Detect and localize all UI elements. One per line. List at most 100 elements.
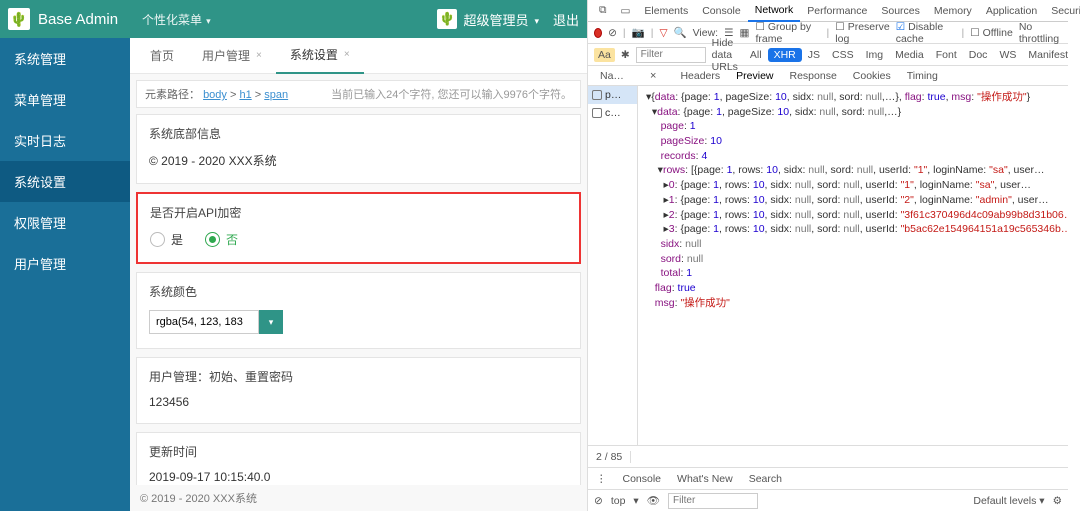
close-icon[interactable]: × <box>256 50 262 61</box>
drawer-menu-icon[interactable]: ⋮ <box>588 473 615 485</box>
path-part[interactable]: span <box>264 89 288 101</box>
path-part[interactable]: h1 <box>239 89 251 101</box>
request-subtab[interactable]: Cookies <box>845 70 899 82</box>
device-icon[interactable]: ▭ <box>614 0 638 22</box>
section-label: 系统颜色 <box>149 283 568 300</box>
radio-icon <box>205 232 220 247</box>
color-picker-button[interactable]: ▾ <box>259 310 283 334</box>
highlight-box <box>1068 0 1080 511</box>
filter-type-pill[interactable]: Doc <box>963 48 994 62</box>
app-window: 🌵 Base Admin 个性化菜单 🌵 超级管理员 退出 系统管理菜单管理实时… <box>0 0 588 511</box>
request-subtab[interactable]: Headers <box>672 70 728 82</box>
tab[interactable]: 用户管理× <box>188 38 276 74</box>
inspect-icon[interactable]: ⧉ <box>592 0 614 22</box>
char-count-hint: 当前已输入24个字符, 您还可以输入9976个字符。 <box>331 86 572 102</box>
throttling-dropdown[interactable]: No throttling <box>1019 21 1062 45</box>
radio-no[interactable]: 否 <box>205 231 238 248</box>
path-label: 元素路径： <box>145 89 200 101</box>
filter-input[interactable] <box>636 47 706 63</box>
clear-console-icon[interactable]: ⊘ <box>594 495 603 507</box>
eye-icon[interactable]: 👁 <box>647 494 660 507</box>
avatar-icon: 🌵 <box>437 9 457 29</box>
filter-type-pill[interactable]: JS <box>802 48 826 62</box>
filter-type-pill[interactable]: CSS <box>826 48 860 62</box>
custom-menu-dropdown[interactable]: 个性化菜单 <box>142 11 211 28</box>
filter-type-pill[interactable]: WS <box>993 48 1022 62</box>
app-title: Base Admin <box>38 11 118 28</box>
radio-yes[interactable]: 是 <box>150 231 183 248</box>
record-icon[interactable] <box>594 28 602 38</box>
devtools-tab[interactable]: Console <box>695 0 748 22</box>
regex-icon[interactable]: ✱ <box>621 49 630 61</box>
filter-type-pill[interactable]: Manifest <box>1022 48 1074 62</box>
user-dropdown[interactable]: 🌵 超级管理员 <box>437 9 539 29</box>
case-sensitive-icon[interactable]: Aa <box>594 48 615 62</box>
request-subtab[interactable]: Preview <box>728 70 781 82</box>
radio-icon <box>150 232 165 247</box>
filter-type-pill[interactable]: Media <box>889 48 930 62</box>
tab-strip: 首页用户管理×系统设置× <box>130 38 587 74</box>
top-navbar: 🌵 Base Admin 个性化菜单 🌵 超级管理员 退出 <box>0 0 587 38</box>
network-filter-bar: Aa ✱ Hide data URLs AllXHRJSCSSImgMediaF… <box>588 44 1068 66</box>
devtools-tab[interactable]: Elements <box>637 0 695 22</box>
path-part[interactable]: body <box>203 89 227 101</box>
chevron-down-icon <box>534 12 539 27</box>
log-levels-dropdown[interactable]: Default levels ▾ <box>973 495 1044 507</box>
drawer-tab[interactable]: Search <box>741 473 790 485</box>
tab[interactable]: 系统设置× <box>276 38 364 74</box>
color-input[interactable] <box>149 310 259 334</box>
tab[interactable]: 首页 <box>136 38 188 74</box>
drawer-tab[interactable]: What's New <box>669 473 741 485</box>
sidebar-item[interactable]: 系统管理 <box>0 38 130 79</box>
section-value: 2019-09-17 10:15:40.0 <box>149 470 568 484</box>
devtools-tab[interactable]: Performance <box>800 0 874 22</box>
devtools-tab[interactable]: Application <box>979 0 1044 22</box>
sidebar-item[interactable]: 系统设置 <box>0 161 130 202</box>
resource-icon <box>592 90 602 100</box>
view-frame-icon[interactable]: ▦ <box>740 27 750 39</box>
resource-icon <box>592 108 602 118</box>
console-toolbar: ⊘ top ▾ 👁 Default levels ▾ ⚙ <box>588 489 1068 511</box>
search-icon[interactable]: 🔍 <box>674 26 687 39</box>
filter-type-pill[interactable]: All <box>744 48 768 62</box>
devtools-tab[interactable]: Memory <box>927 0 979 22</box>
devtools-tab[interactable]: Network <box>748 0 801 22</box>
console-scope[interactable]: top <box>611 495 626 507</box>
section-value: 123456 <box>149 395 568 409</box>
request-row[interactable]: p… <box>588 86 637 104</box>
sidebar-item[interactable]: 用户管理 <box>0 243 130 284</box>
close-icon[interactable]: × <box>344 49 350 60</box>
gear-icon[interactable]: ⚙ <box>1053 495 1062 507</box>
sidebar-item[interactable]: 实时日志 <box>0 120 130 161</box>
response-preview[interactable]: ▾{data: {page: 1, pageSize: 10, sidx: nu… <box>638 86 1068 445</box>
section-color: 系统颜色 ▾ <box>136 272 581 349</box>
request-subtab[interactable]: Timing <box>899 70 946 82</box>
section-label: 用户管理：初始、重置密码 <box>149 368 568 385</box>
offline-checkbox[interactable]: Offline <box>970 27 1013 39</box>
console-filter-input[interactable] <box>668 493 758 509</box>
radio-label: 是 <box>171 231 183 248</box>
drawer-tab[interactable]: Console <box>615 473 670 485</box>
clear-icon[interactable]: ⊘ <box>608 27 617 39</box>
section-password: 用户管理：初始、重置密码 123456 <box>136 357 581 424</box>
request-subtab[interactable]: Response <box>782 70 845 82</box>
request-row[interactable]: c… <box>588 104 637 122</box>
preserve-log-checkbox[interactable]: Preserve log <box>835 21 889 45</box>
section-value: © 2019 - 2020 XXX系统 <box>149 152 568 169</box>
network-toolbar: ⊘ | 📷 | ▽ 🔍 View: ☰ ▦ Group by frame | P… <box>588 22 1068 44</box>
filter-type-pill[interactable]: XHR <box>768 48 802 62</box>
disable-cache-checkbox[interactable]: Disable cache <box>896 21 956 45</box>
filter-type-pill[interactable]: Img <box>860 48 890 62</box>
logo-icon: 🌵 <box>8 8 30 30</box>
section-api-encrypt: 是否开启API加密 是 否 <box>136 192 581 264</box>
close-icon[interactable]: × <box>642 70 664 82</box>
group-by-frame-checkbox[interactable]: Group by frame <box>755 21 820 45</box>
sidebar-item[interactable]: 权限管理 <box>0 202 130 243</box>
request-detail-tabs: Na… × HeadersPreviewResponseCookiesTimin… <box>588 66 1068 86</box>
devtools-tab[interactable]: Sources <box>874 0 927 22</box>
sidebar-item[interactable]: 菜单管理 <box>0 79 130 120</box>
filter-icon[interactable]: ▽ <box>659 27 667 39</box>
capture-icon[interactable]: 📷 <box>632 26 645 39</box>
filter-type-pill[interactable]: Font <box>930 48 963 62</box>
logout-link[interactable]: 退出 <box>553 10 579 29</box>
